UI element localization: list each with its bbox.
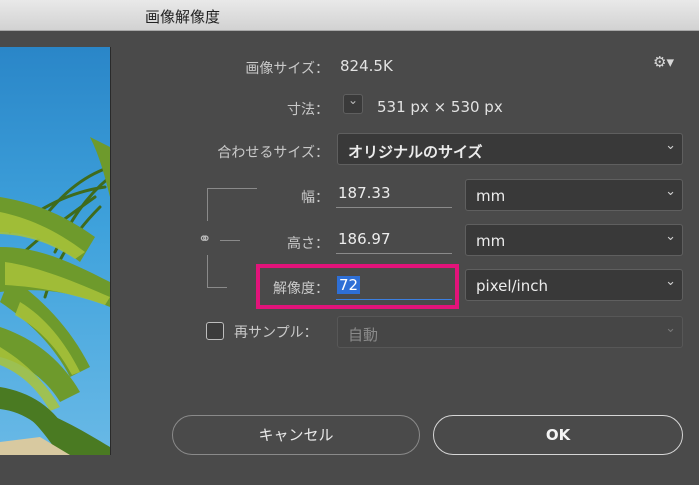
cancel-button[interactable]: キャンセル xyxy=(172,415,420,455)
resample-checkbox[interactable] xyxy=(206,322,224,340)
height-unit-select[interactable]: mm ⌄ xyxy=(465,224,683,256)
image-preview[interactable] xyxy=(0,47,111,455)
chevron-down-icon: ⌄ xyxy=(348,93,359,107)
link-icon[interactable]: ⚭ xyxy=(198,229,211,248)
height-input[interactable]: 186.97 xyxy=(336,226,452,254)
width-input[interactable]: 187.33 xyxy=(336,180,452,208)
ok-button[interactable]: OK xyxy=(433,415,683,455)
width-label: 幅： xyxy=(301,190,329,206)
constrain-bracket-middle xyxy=(220,240,240,241)
chevron-down-icon: ⌄ xyxy=(665,138,676,153)
resolution-input[interactable]: 72 xyxy=(336,272,452,300)
width-value: 187.33 xyxy=(338,184,391,202)
resolution-unit-select[interactable]: pixel/inch ⌄ xyxy=(465,269,683,301)
resample-method-select[interactable]: 自動 ⌄ xyxy=(337,316,683,348)
window-title: 画像解像度 xyxy=(145,8,221,26)
fit-to-value: オリジナルのサイズ xyxy=(348,143,483,161)
chevron-down-icon: ⌄ xyxy=(665,184,676,199)
palm-tree-photo xyxy=(0,137,110,455)
gear-icon[interactable]: ⚙▾ xyxy=(653,53,674,71)
width-unit-select[interactable]: mm ⌄ xyxy=(465,179,683,211)
image-size-value: 824.5K xyxy=(340,57,393,75)
height-label: 高さ： xyxy=(287,236,329,252)
resample-method-value: 自動 xyxy=(348,326,379,344)
resolution-value: 72 xyxy=(337,276,361,294)
chevron-down-icon: ⌄ xyxy=(665,274,676,289)
title-bar: 画像解像度 xyxy=(0,0,699,31)
chevron-down-icon: ⌄ xyxy=(665,321,676,336)
constrain-bracket-bottom xyxy=(207,287,227,288)
chevron-down-icon: ⌄ xyxy=(665,229,676,244)
width-unit-value: mm xyxy=(476,187,506,205)
resample-label: 再サンプル： xyxy=(234,325,318,341)
constrain-bracket-top xyxy=(207,188,257,189)
resolution-label: 解像度： xyxy=(273,281,329,297)
height-value: 186.97 xyxy=(338,230,391,248)
resolution-unit-value: pixel/inch xyxy=(476,277,548,295)
image-size-label: 画像サイズ： xyxy=(245,61,329,77)
fit-to-label: 合わせるサイズ： xyxy=(217,145,329,161)
fit-to-select[interactable]: オリジナルのサイズ ⌄ xyxy=(337,133,683,165)
dimensions-value: 531 px × 530 px xyxy=(377,98,503,116)
dimensions-toggle-button[interactable]: ⌄ xyxy=(343,93,363,114)
dimensions-label: 寸法： xyxy=(287,102,329,118)
constrain-bracket-top-vertical xyxy=(207,188,208,221)
constrain-bracket-bottom-vertical xyxy=(207,255,208,288)
height-unit-value: mm xyxy=(476,232,506,250)
